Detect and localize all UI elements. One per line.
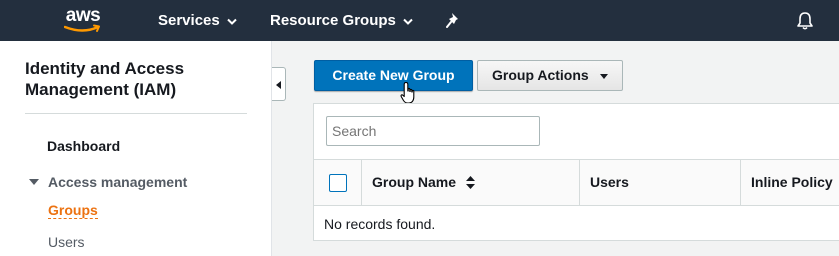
column-header-users[interactable]: Users: [580, 160, 741, 205]
aws-logo-text: aws: [65, 5, 101, 26]
create-new-group-button[interactable]: Create New Group: [314, 60, 473, 91]
sidebar-item-dashboard[interactable]: Dashboard: [47, 137, 120, 155]
chevron-left-icon: [276, 81, 281, 89]
sidebar-collapse-toggle[interactable]: [272, 67, 286, 101]
sidebar-item-users[interactable]: Users: [48, 233, 85, 251]
table-header: Group Name Users Inline Policy: [314, 159, 839, 206]
column-header-label: Users: [590, 174, 629, 190]
sidebar-item-groups[interactable]: Groups: [48, 202, 98, 219]
top-navbar: aws Services Resource Groups: [0, 0, 839, 41]
sidebar-title: Identity and Access Management (IAM): [25, 59, 185, 99]
sidebar-divider: [25, 113, 247, 114]
column-header-inline-policy[interactable]: Inline Policy: [741, 160, 839, 205]
nav-services-label: Services: [158, 12, 220, 29]
nav-resource-groups[interactable]: Resource Groups: [270, 12, 413, 30]
sidebar: Identity and Access Management (IAM) Das…: [0, 41, 272, 256]
chevron-down-icon: [403, 18, 413, 25]
bell-icon[interactable]: [795, 11, 815, 31]
pin-icon[interactable]: [446, 12, 462, 30]
caret-down-icon: [600, 74, 608, 79]
select-all-checkbox[interactable]: [329, 174, 347, 192]
column-header-label: Inline Policy: [751, 174, 833, 190]
sort-icon: [466, 176, 475, 189]
empty-table-message: No records found.: [324, 216, 436, 232]
chevron-down-icon: [227, 18, 237, 25]
aws-logo[interactable]: aws: [60, 6, 106, 36]
nav-resource-groups-label: Resource Groups: [270, 12, 396, 29]
search-input[interactable]: [326, 116, 540, 146]
column-header-label: Group Name: [372, 174, 457, 190]
group-actions-button[interactable]: Group Actions: [477, 60, 623, 91]
aws-smile-icon: [64, 24, 100, 32]
caret-down-icon[interactable]: [29, 179, 39, 185]
group-actions-label: Group Actions: [492, 67, 589, 83]
sidebar-section-access-management[interactable]: Access management: [48, 173, 187, 191]
select-all-cell: [314, 160, 362, 205]
column-header-group-name[interactable]: Group Name: [362, 160, 580, 205]
nav-services[interactable]: Services: [158, 12, 237, 30]
groups-table-panel: Group Name Users Inline Policy No record…: [313, 103, 839, 241]
